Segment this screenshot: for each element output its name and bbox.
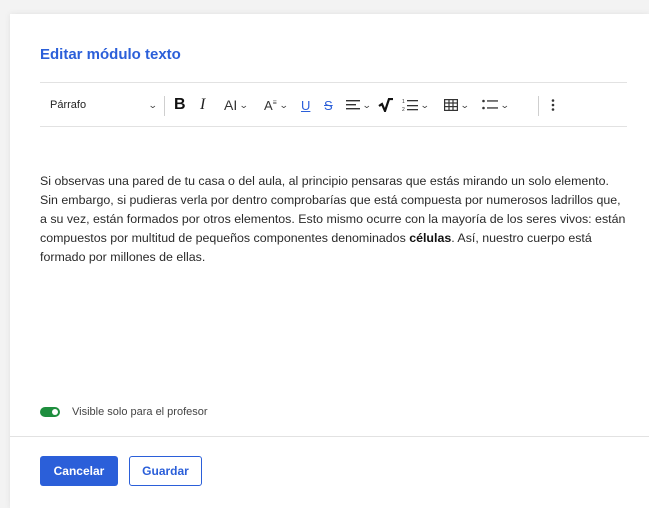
strikethrough-icon: S — [324, 97, 333, 113]
toolbar-separator — [164, 96, 165, 116]
paragraph-style-label[interactable]: Párrafo — [50, 88, 86, 122]
numbered-list-button[interactable]: 1 2 ⌄ — [402, 88, 430, 122]
text-color-icon: A≡ — [264, 97, 277, 113]
divider — [10, 436, 649, 437]
italic-button[interactable]: I — [200, 88, 205, 122]
align-left-icon — [346, 100, 360, 110]
divider — [40, 82, 627, 83]
text-color-button[interactable]: A≡ ⌄ — [264, 88, 289, 122]
bold-icon: B — [174, 96, 186, 113]
square-root-icon — [378, 98, 393, 112]
italic-icon: I — [200, 96, 206, 113]
chevron-down-icon: ⌄ — [278, 99, 289, 110]
visibility-label: Visible solo para el profesor — [72, 406, 208, 418]
vertical-dots-icon — [551, 99, 555, 111]
underline-button[interactable]: U — [301, 88, 310, 122]
chevron-down-icon: ⌄ — [239, 99, 249, 110]
save-button[interactable]: Guardar — [129, 456, 202, 486]
bold-button[interactable]: B — [174, 88, 186, 122]
toggle-knob — [52, 409, 58, 415]
align-button[interactable]: ⌄ — [346, 88, 372, 122]
svg-text:1: 1 — [402, 99, 405, 105]
cancel-button[interactable]: Cancelar — [40, 456, 118, 486]
chevron-down-icon: ⌄ — [361, 99, 372, 110]
visibility-toggle[interactable] — [40, 407, 60, 417]
editor-content[interactable]: Si observas una pared de tu casa o del a… — [40, 172, 630, 267]
math-button[interactable] — [378, 88, 394, 122]
chevron-down-icon: ⌄ — [499, 99, 510, 110]
font-size-button[interactable]: AI ⌄ — [224, 88, 249, 122]
visibility-toggle-row: Visible solo para el profesor — [40, 406, 208, 418]
bulleted-list-icon — [482, 99, 498, 110]
table-icon — [444, 99, 458, 111]
paragraph-style-dropdown[interactable]: ⌄ — [146, 88, 158, 122]
chevron-down-icon: ⌄ — [147, 99, 158, 110]
divider — [40, 126, 627, 127]
font-size-icon: AI — [224, 97, 238, 113]
more-options-button[interactable] — [551, 88, 555, 122]
editor-toolbar: Párrafo ⌄ B I AI ⌄ A≡ ⌄ U S ⌄ 1 2 ⌄ ⌄ ⌄ — [40, 88, 627, 122]
underline-icon: U — [301, 97, 311, 113]
bulleted-list-button[interactable]: ⌄ — [482, 88, 510, 122]
chevron-down-icon: ⌄ — [459, 99, 470, 110]
edit-text-module-dialog: Editar módulo texto Párrafo ⌄ B I AI ⌄ A≡… — [10, 14, 649, 508]
content-bold-text: células — [409, 231, 452, 245]
numbered-list-icon: 1 2 — [402, 99, 418, 112]
table-button[interactable]: ⌄ — [444, 88, 470, 122]
chevron-down-icon: ⌄ — [419, 99, 430, 110]
dialog-title: Editar módulo texto — [40, 46, 181, 63]
toolbar-separator — [538, 96, 539, 116]
svg-text:2: 2 — [402, 107, 405, 112]
strikethrough-button[interactable]: S — [324, 88, 333, 122]
